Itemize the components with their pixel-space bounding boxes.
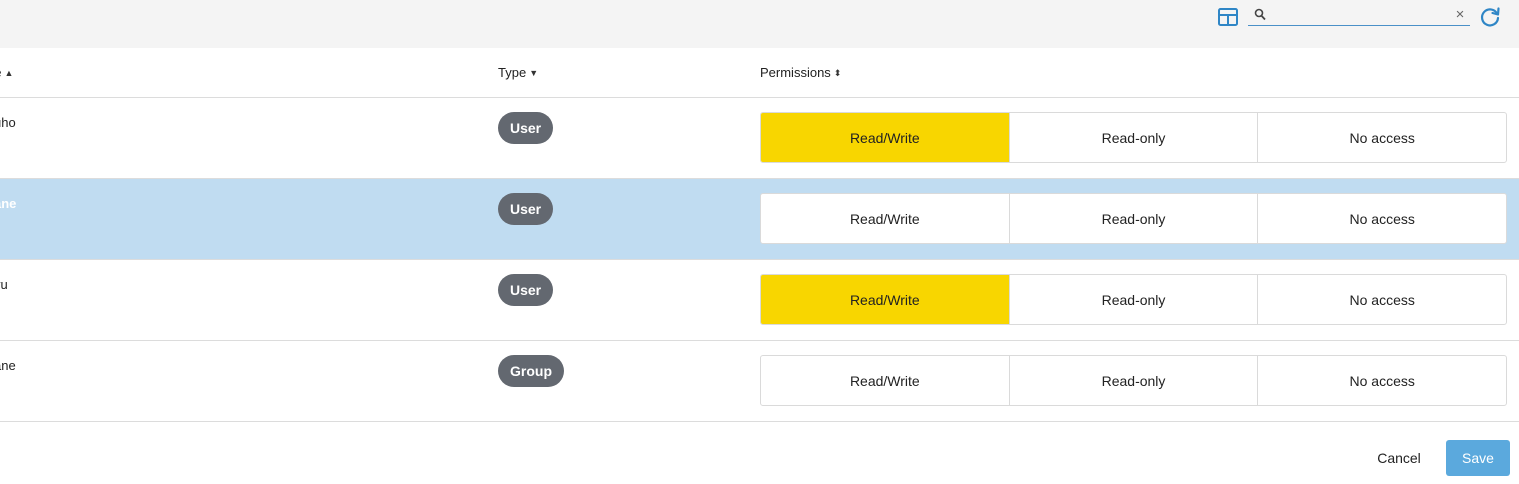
toolbar: × <box>0 0 1519 48</box>
permission-option-read-only[interactable]: Read-only <box>1008 194 1258 243</box>
column-header-name[interactable]: ne▲ <box>0 65 13 80</box>
refresh-icon[interactable] <box>1478 5 1502 29</box>
permission-option-read-only[interactable]: Read-only <box>1008 113 1258 162</box>
principal-name: yu <box>0 277 8 292</box>
type-badge: User <box>498 193 554 225</box>
sort-asc-icon: ▲ <box>4 68 14 78</box>
table-row[interactable]: ane Group Read/Write Read-only No access <box>0 341 1519 422</box>
permission-selector: Read/Write Read-only No access <box>760 112 1507 163</box>
permission-option-read-only[interactable]: Read-only <box>1008 356 1258 405</box>
search-icon <box>1254 8 1266 21</box>
table-row[interactable]: uho User Read/Write Read-only No access <box>0 98 1519 179</box>
type-badge: User <box>498 274 554 306</box>
column-header-label: ne <box>0 65 1 80</box>
grid-view-icon[interactable] <box>1218 8 1238 26</box>
column-header-permissions[interactable]: Permissions ⬍ <box>760 65 841 80</box>
permission-option-read-write[interactable]: Read/Write <box>761 356 1009 405</box>
type-badge: User <box>498 112 554 144</box>
column-header-type[interactable]: Type ▼ <box>498 65 538 80</box>
permission-option-no-access[interactable]: No access <box>1257 275 1506 324</box>
sort-both-icon: ⬍ <box>833 68 842 78</box>
permission-option-read-only[interactable]: Read-only <box>1008 275 1258 324</box>
cancel-button[interactable]: Cancel <box>1362 441 1436 475</box>
permission-option-no-access[interactable]: No access <box>1257 113 1506 162</box>
save-button[interactable]: Save <box>1446 440 1510 476</box>
permission-selector: Read/Write Read-only No access <box>760 193 1507 244</box>
principal-name: uho <box>0 115 16 130</box>
table-header: ne▲ Type▼ Permissions⬍ <box>0 48 1519 98</box>
sort-desc-icon: ▼ <box>529 68 539 78</box>
search-box[interactable]: × <box>1248 6 1470 26</box>
table-row[interactable]: yu User Read/Write Read-only No access <box>0 260 1519 341</box>
permission-option-no-access[interactable]: No access <box>1257 356 1506 405</box>
clear-search-icon[interactable]: × <box>1453 6 1467 24</box>
principal-name: ane <box>0 196 17 211</box>
type-badge: Group <box>498 355 564 387</box>
principal-name: ane <box>0 358 16 373</box>
permission-option-no-access[interactable]: No access <box>1257 194 1506 243</box>
permission-option-read-write[interactable]: Read/Write <box>761 275 1009 324</box>
permission-selector: Read/Write Read-only No access <box>760 274 1507 325</box>
permission-option-read-write[interactable]: Read/Write <box>761 194 1009 243</box>
column-header-label: Permissions <box>760 65 831 80</box>
table-row[interactable]: ane User Read/Write Read-only No access <box>0 179 1519 260</box>
permission-option-read-write[interactable]: Read/Write <box>761 113 1009 162</box>
column-header-label: Type <box>498 65 527 80</box>
search-input[interactable] <box>1272 6 1447 25</box>
permission-selector: Read/Write Read-only No access <box>760 355 1507 406</box>
